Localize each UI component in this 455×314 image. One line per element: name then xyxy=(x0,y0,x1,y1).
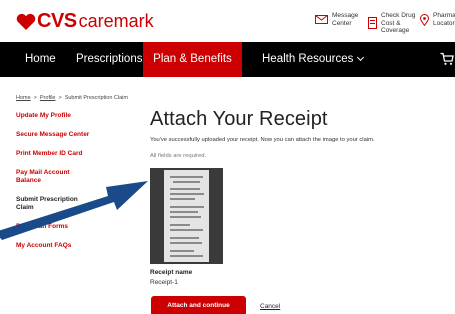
cvs-caremark-logo[interactable]: CVS caremark xyxy=(16,10,154,33)
breadcrumb-home[interactable]: Home xyxy=(16,95,31,101)
receipt-text-line xyxy=(170,237,199,239)
receipt-text-line xyxy=(170,188,200,190)
nav-health-resources-label: Health Resources xyxy=(262,53,354,65)
check-drug-cost-label: Check Drug Cost & Coverage xyxy=(381,12,416,34)
receipt-text-line xyxy=(170,224,190,226)
receipt-text-line xyxy=(173,181,200,183)
check-drug-cost-link[interactable]: Check Drug Cost & Coverage xyxy=(368,12,425,35)
receipt-text-line xyxy=(170,176,203,178)
top-header: CVS caremark Message Center Check Drug C… xyxy=(0,0,455,42)
nav-home-label: Home xyxy=(25,53,56,65)
breadcrumb-separator: > xyxy=(58,95,62,101)
cancel-link[interactable]: Cancel xyxy=(260,303,280,310)
receipt-text-line xyxy=(170,211,198,213)
receipt-text-line xyxy=(170,216,201,218)
nav-health-resources[interactable]: Health Resources xyxy=(262,42,365,77)
nav-plan-benefits-label: Plan & Benefits xyxy=(153,53,232,65)
receipt-text-line xyxy=(170,229,203,231)
location-pin-icon xyxy=(420,13,429,26)
message-center-label: Message Center xyxy=(332,12,359,27)
main-nav: Home Prescriptions Plan & Benefits Healt… xyxy=(0,42,455,77)
envelope-icon xyxy=(315,15,328,24)
upload-success-message: You've successfully uploaded your receip… xyxy=(150,137,375,143)
breadcrumb-separator: > xyxy=(33,95,37,101)
main-content: Attach Your Receipt You've successfully … xyxy=(150,108,450,314)
sidebar-item-print-id-card[interactable]: Print Member ID Card xyxy=(16,150,116,158)
receipt-text-line xyxy=(170,193,204,195)
breadcrumb-profile[interactable]: Profile xyxy=(40,95,56,101)
logo-caremark-text: caremark xyxy=(78,11,154,31)
sidebar-item-secure-message[interactable]: Secure Message Center xyxy=(16,131,116,139)
attach-and-continue-button[interactable]: Attach and continue xyxy=(151,296,246,314)
heart-logo-icon xyxy=(16,13,36,30)
breadcrumb: Home > Profile > Submit Prescription Claim xyxy=(16,95,128,101)
pharmacy-locator-link[interactable]: Pharmacy Locator xyxy=(420,12,455,27)
receipt-text-line xyxy=(170,255,203,257)
receipt-thumbnail xyxy=(150,168,223,264)
nav-prescriptions-label: Prescriptions xyxy=(76,53,143,65)
receipt-text-line xyxy=(170,242,202,244)
receipt-name-value: Receipt-1 xyxy=(150,279,178,286)
receipt-paper xyxy=(164,170,209,262)
logo-cvs-text: CVS xyxy=(37,10,77,32)
breadcrumb-current: Submit Prescription Claim xyxy=(64,95,128,101)
nav-prescriptions[interactable]: Prescriptions xyxy=(76,42,154,77)
nav-home[interactable]: Home xyxy=(25,42,56,77)
sidebar-item-update-profile[interactable]: Update My Profile xyxy=(16,112,116,120)
drug-cost-icon xyxy=(368,17,377,30)
receipt-name-label: Receipt name xyxy=(150,269,193,276)
nav-plan-benefits[interactable]: Plan & Benefits xyxy=(143,42,242,77)
receipt-text-line xyxy=(170,198,195,200)
receipt-text-line xyxy=(170,206,204,208)
sidebar-item-faqs[interactable]: My Account FAQs xyxy=(16,242,116,250)
required-fields-note: All fields are required. xyxy=(150,153,207,159)
chevron-down-icon xyxy=(357,53,365,62)
pharmacy-locator-label: Pharmacy Locator xyxy=(433,12,455,27)
message-center-link[interactable]: Message Center xyxy=(315,12,360,27)
page-title: Attach Your Receipt xyxy=(150,108,328,130)
cart-icon[interactable] xyxy=(440,52,454,66)
pointer-arrow-icon xyxy=(0,181,148,240)
receipt-text-line xyxy=(170,250,194,252)
